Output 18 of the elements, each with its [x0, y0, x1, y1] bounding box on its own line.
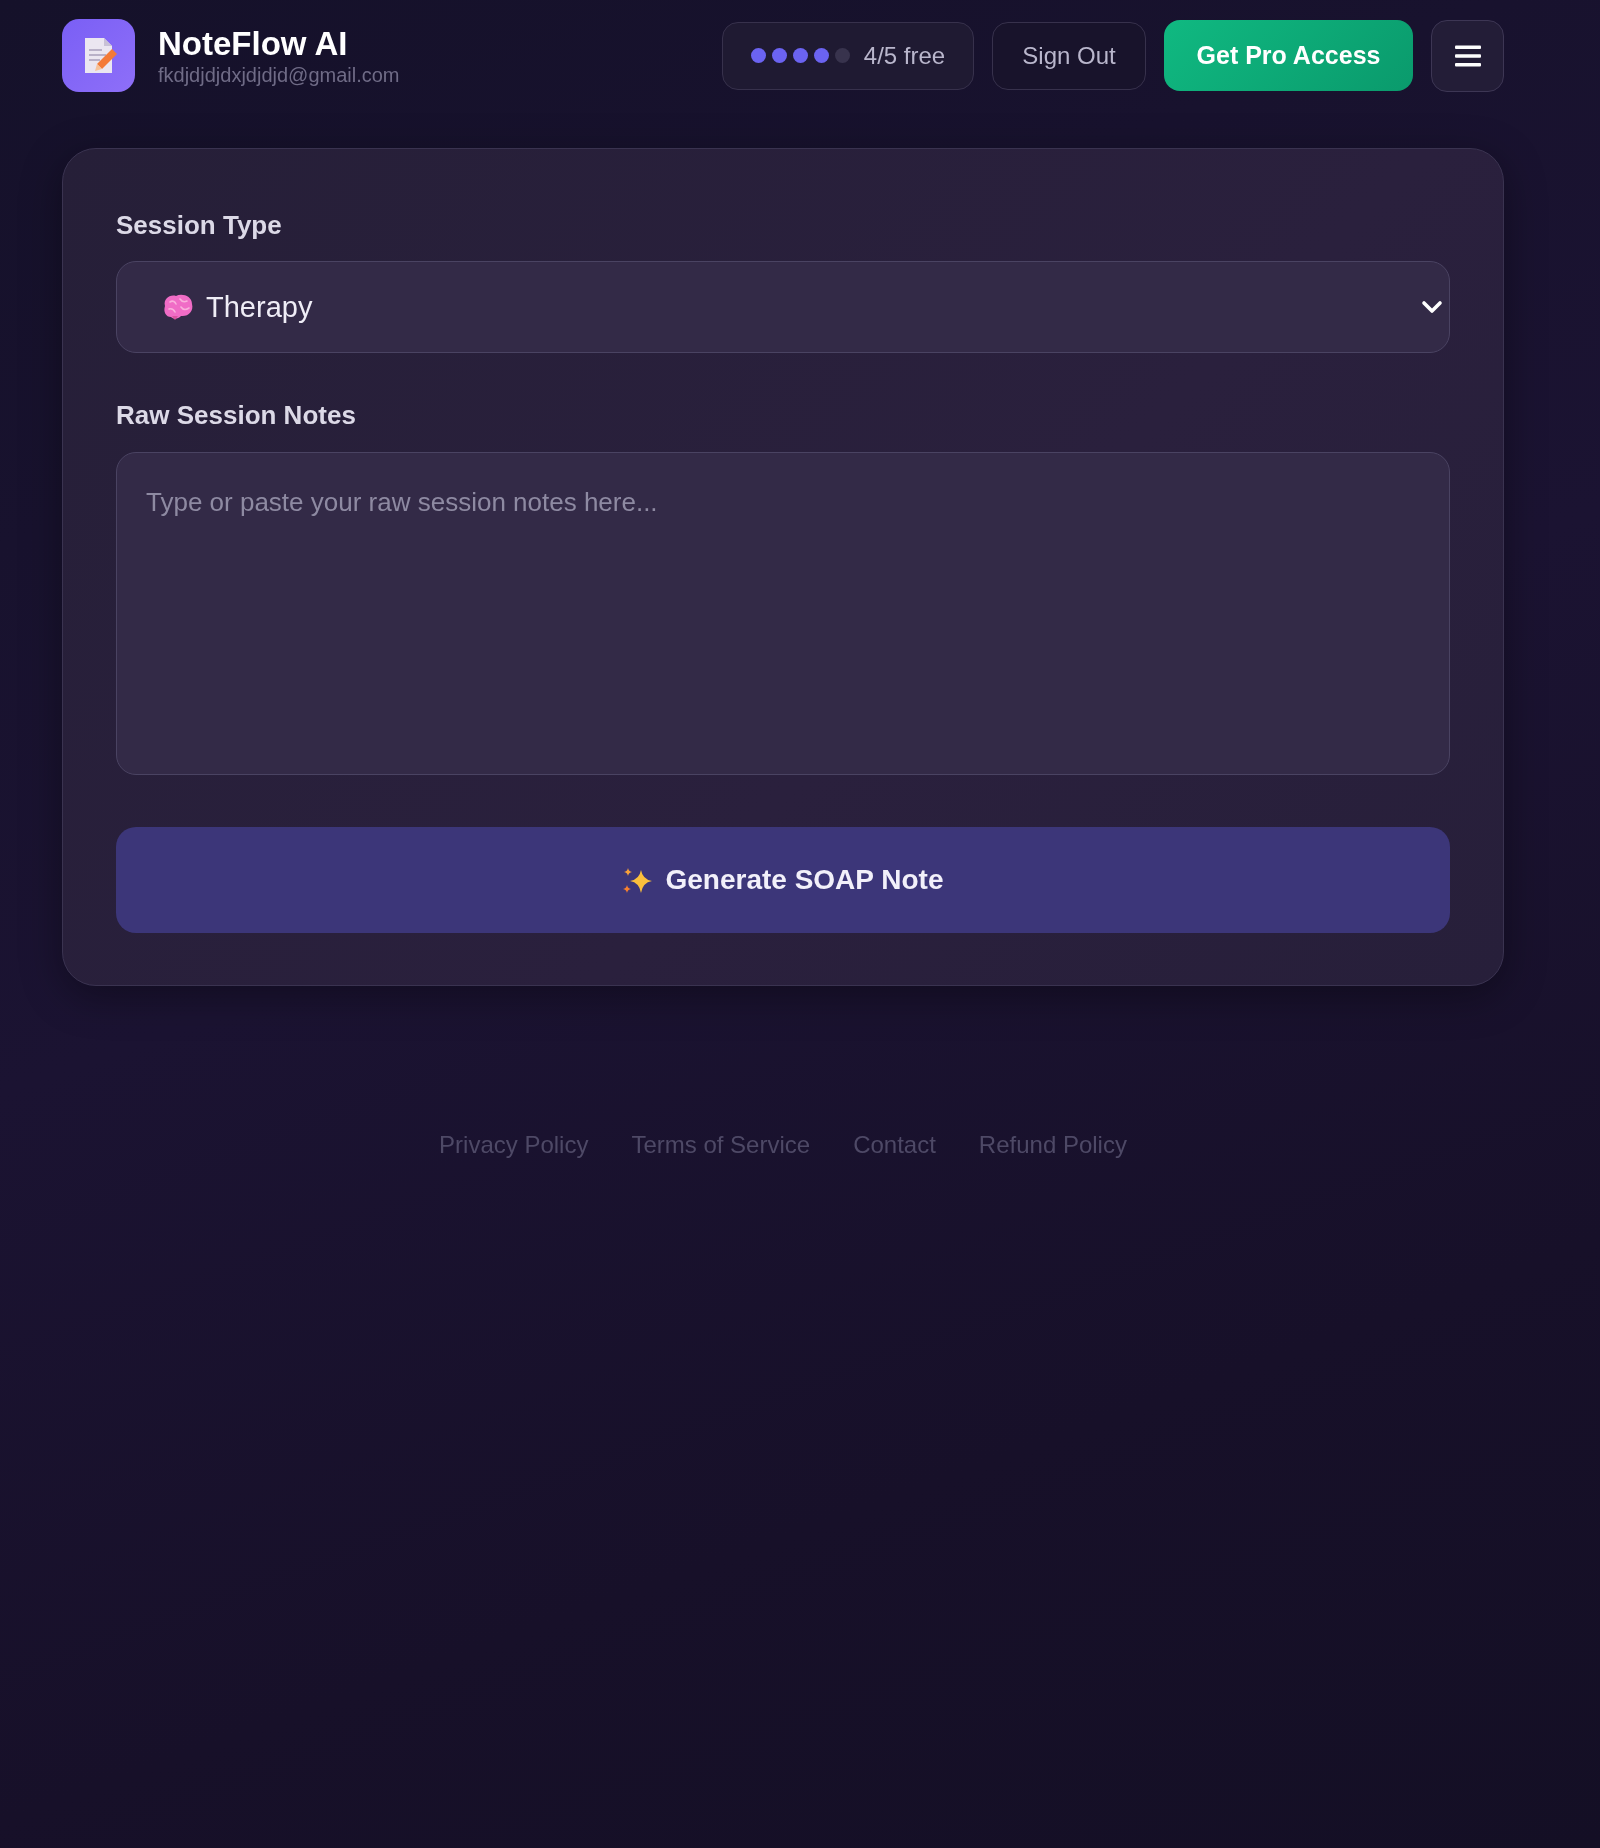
session-type-select[interactable]: Therapy	[116, 261, 1450, 353]
brain-icon	[162, 293, 194, 321]
footer-link[interactable]: Refund Policy	[978, 1130, 1127, 1160]
notes-textarea[interactable]: Type or paste your raw session notes here...	[116, 452, 1450, 775]
usage-count: 4/5 free	[863, 41, 946, 70]
menu-icon	[1454, 44, 1481, 67]
footer-link[interactable]: Terms of Service	[631, 1130, 811, 1160]
menu-button[interactable]	[1431, 19, 1504, 92]
field-label: Session Type	[116, 210, 282, 240]
chevron-down-icon	[1421, 300, 1443, 314]
document-pencil-icon	[62, 19, 135, 92]
footer-link[interactable]: Contact	[853, 1130, 936, 1160]
user-email: fkdjdjdjdxjdjdjd@gmail.com	[158, 62, 400, 87]
field-label: Raw Session Notes	[116, 400, 356, 430]
sign-out-button[interactable]: Sign Out	[992, 21, 1146, 90]
get-pro-button[interactable]: Get Pro Access	[1164, 20, 1413, 91]
app-title: NoteFlow AI	[158, 24, 349, 63]
generate-button[interactable]: Generate SOAP Note	[116, 827, 1450, 933]
